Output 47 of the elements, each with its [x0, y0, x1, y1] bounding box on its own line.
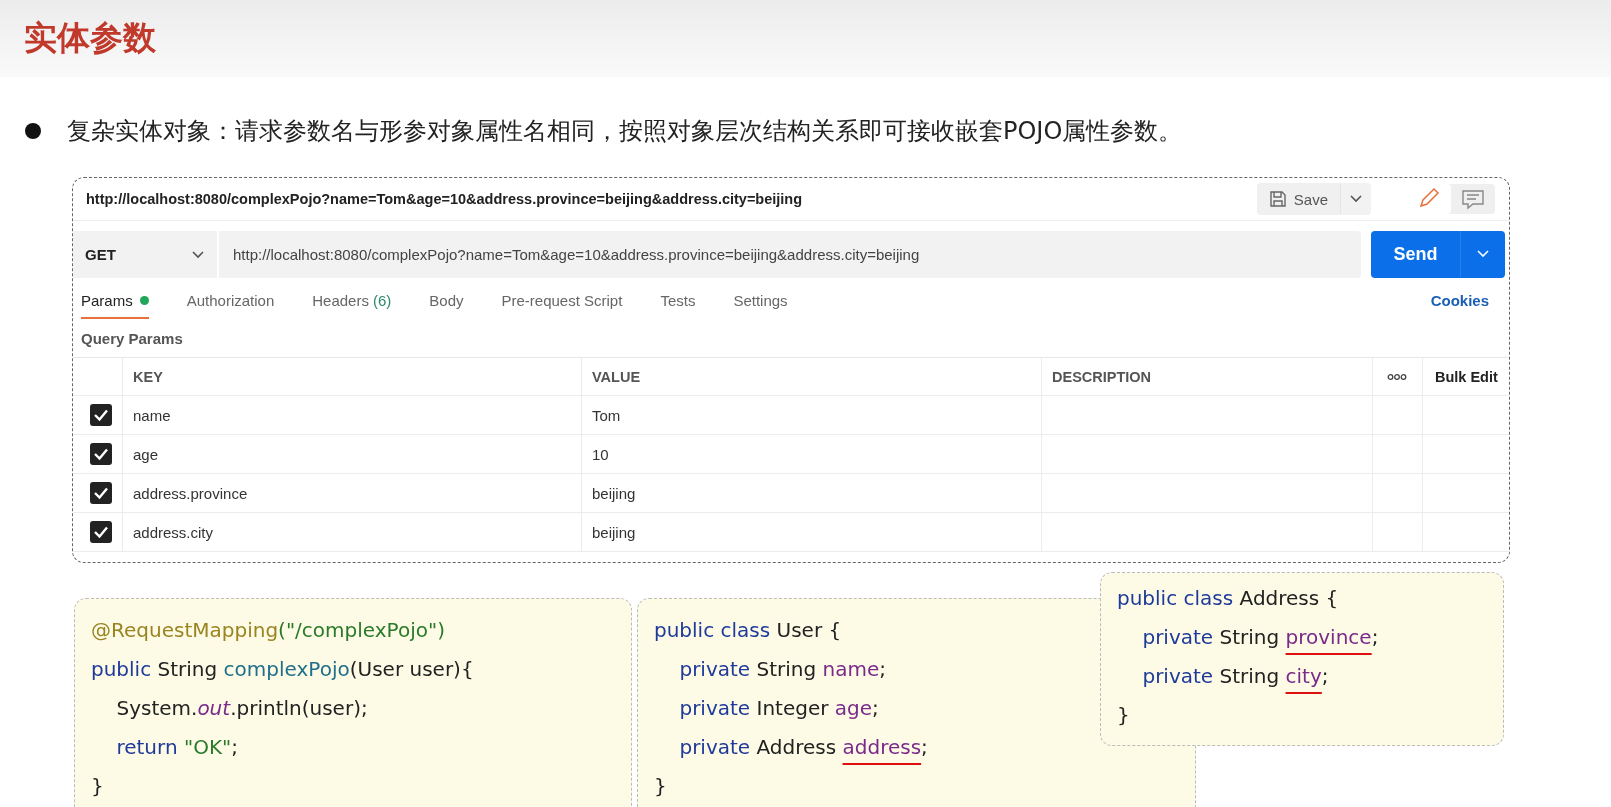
- code-line: public String complexPojo(User user){: [91, 656, 474, 683]
- tab[interactable]: Headers (6): [312, 281, 392, 319]
- tab[interactable]: Tests: [660, 281, 696, 319]
- table-cell: name: [122, 396, 581, 434]
- bulk-edit-link[interactable]: Bulk Edit: [1435, 368, 1498, 385]
- bullet-text: 复杂实体对象：请求参数名与形参对象属性名相同，按照对象层次结构关系即可接收嵌套POJO属性参数。: [67, 116, 1183, 147]
- checkbox[interactable]: [90, 443, 112, 465]
- column-header: DESCRIPTION: [1041, 358, 1372, 395]
- tab[interactable]: Settings: [733, 281, 788, 319]
- cookies-link[interactable]: Cookies: [1430, 291, 1489, 309]
- table-cell: age: [122, 435, 581, 473]
- code-line: private String name;: [678, 656, 887, 683]
- code-line: private String province;: [1141, 624, 1379, 651]
- checkbox[interactable]: [90, 404, 112, 426]
- code-line: @RequestMapping("/complexPojo"): [91, 617, 445, 644]
- tab[interactable]: Body: [429, 281, 464, 319]
- code-line: System.out.println(user);: [115, 695, 368, 722]
- more-icon[interactable]: [1387, 372, 1407, 381]
- checkbox[interactable]: [90, 521, 112, 543]
- code-line: }: [1117, 702, 1130, 729]
- tab[interactable]: Params: [81, 281, 149, 319]
- tab[interactable]: Pre-request Script: [501, 281, 623, 319]
- code-line: private Integer age;: [678, 695, 879, 722]
- code-line: }: [91, 773, 104, 800]
- slide-title: 实体参数: [24, 17, 156, 59]
- code-line: public class User {: [654, 617, 842, 644]
- table-cell: Tom: [581, 396, 1041, 434]
- tab[interactable]: Authorization: [186, 281, 275, 319]
- table-cell: 10: [581, 435, 1041, 473]
- table-cell: beijing: [581, 474, 1041, 512]
- code-line: }: [654, 773, 667, 800]
- code-line: private String city;: [1141, 663, 1329, 690]
- section-label: Query Params: [80, 329, 184, 349]
- column-header: VALUE: [581, 358, 1041, 395]
- table-cell: address.city: [122, 513, 581, 551]
- checkbox[interactable]: [90, 482, 112, 504]
- table-cell: address.province: [122, 474, 581, 512]
- code-line: public class Address {: [1117, 585, 1339, 612]
- url-field[interactable]: http://localhost:8080/complexPojo?name=Tom&age=10&address.province=beijing&address.city=beijing: [219, 231, 1361, 278]
- code-line: private Address address;: [678, 734, 928, 761]
- column-header: KEY: [122, 358, 581, 395]
- code-line: return "OK";: [115, 734, 238, 761]
- bullet-icon: [25, 123, 41, 139]
- table-cell: beijing: [581, 513, 1041, 551]
- method-dropdown[interactable]: GET: [73, 231, 219, 278]
- save-icon: [1268, 190, 1287, 208]
- request-name: http://localhost:8080/complexPojo?name=Tom&age=10&address.province=beijing&address.city=beijing: [86, 191, 804, 207]
